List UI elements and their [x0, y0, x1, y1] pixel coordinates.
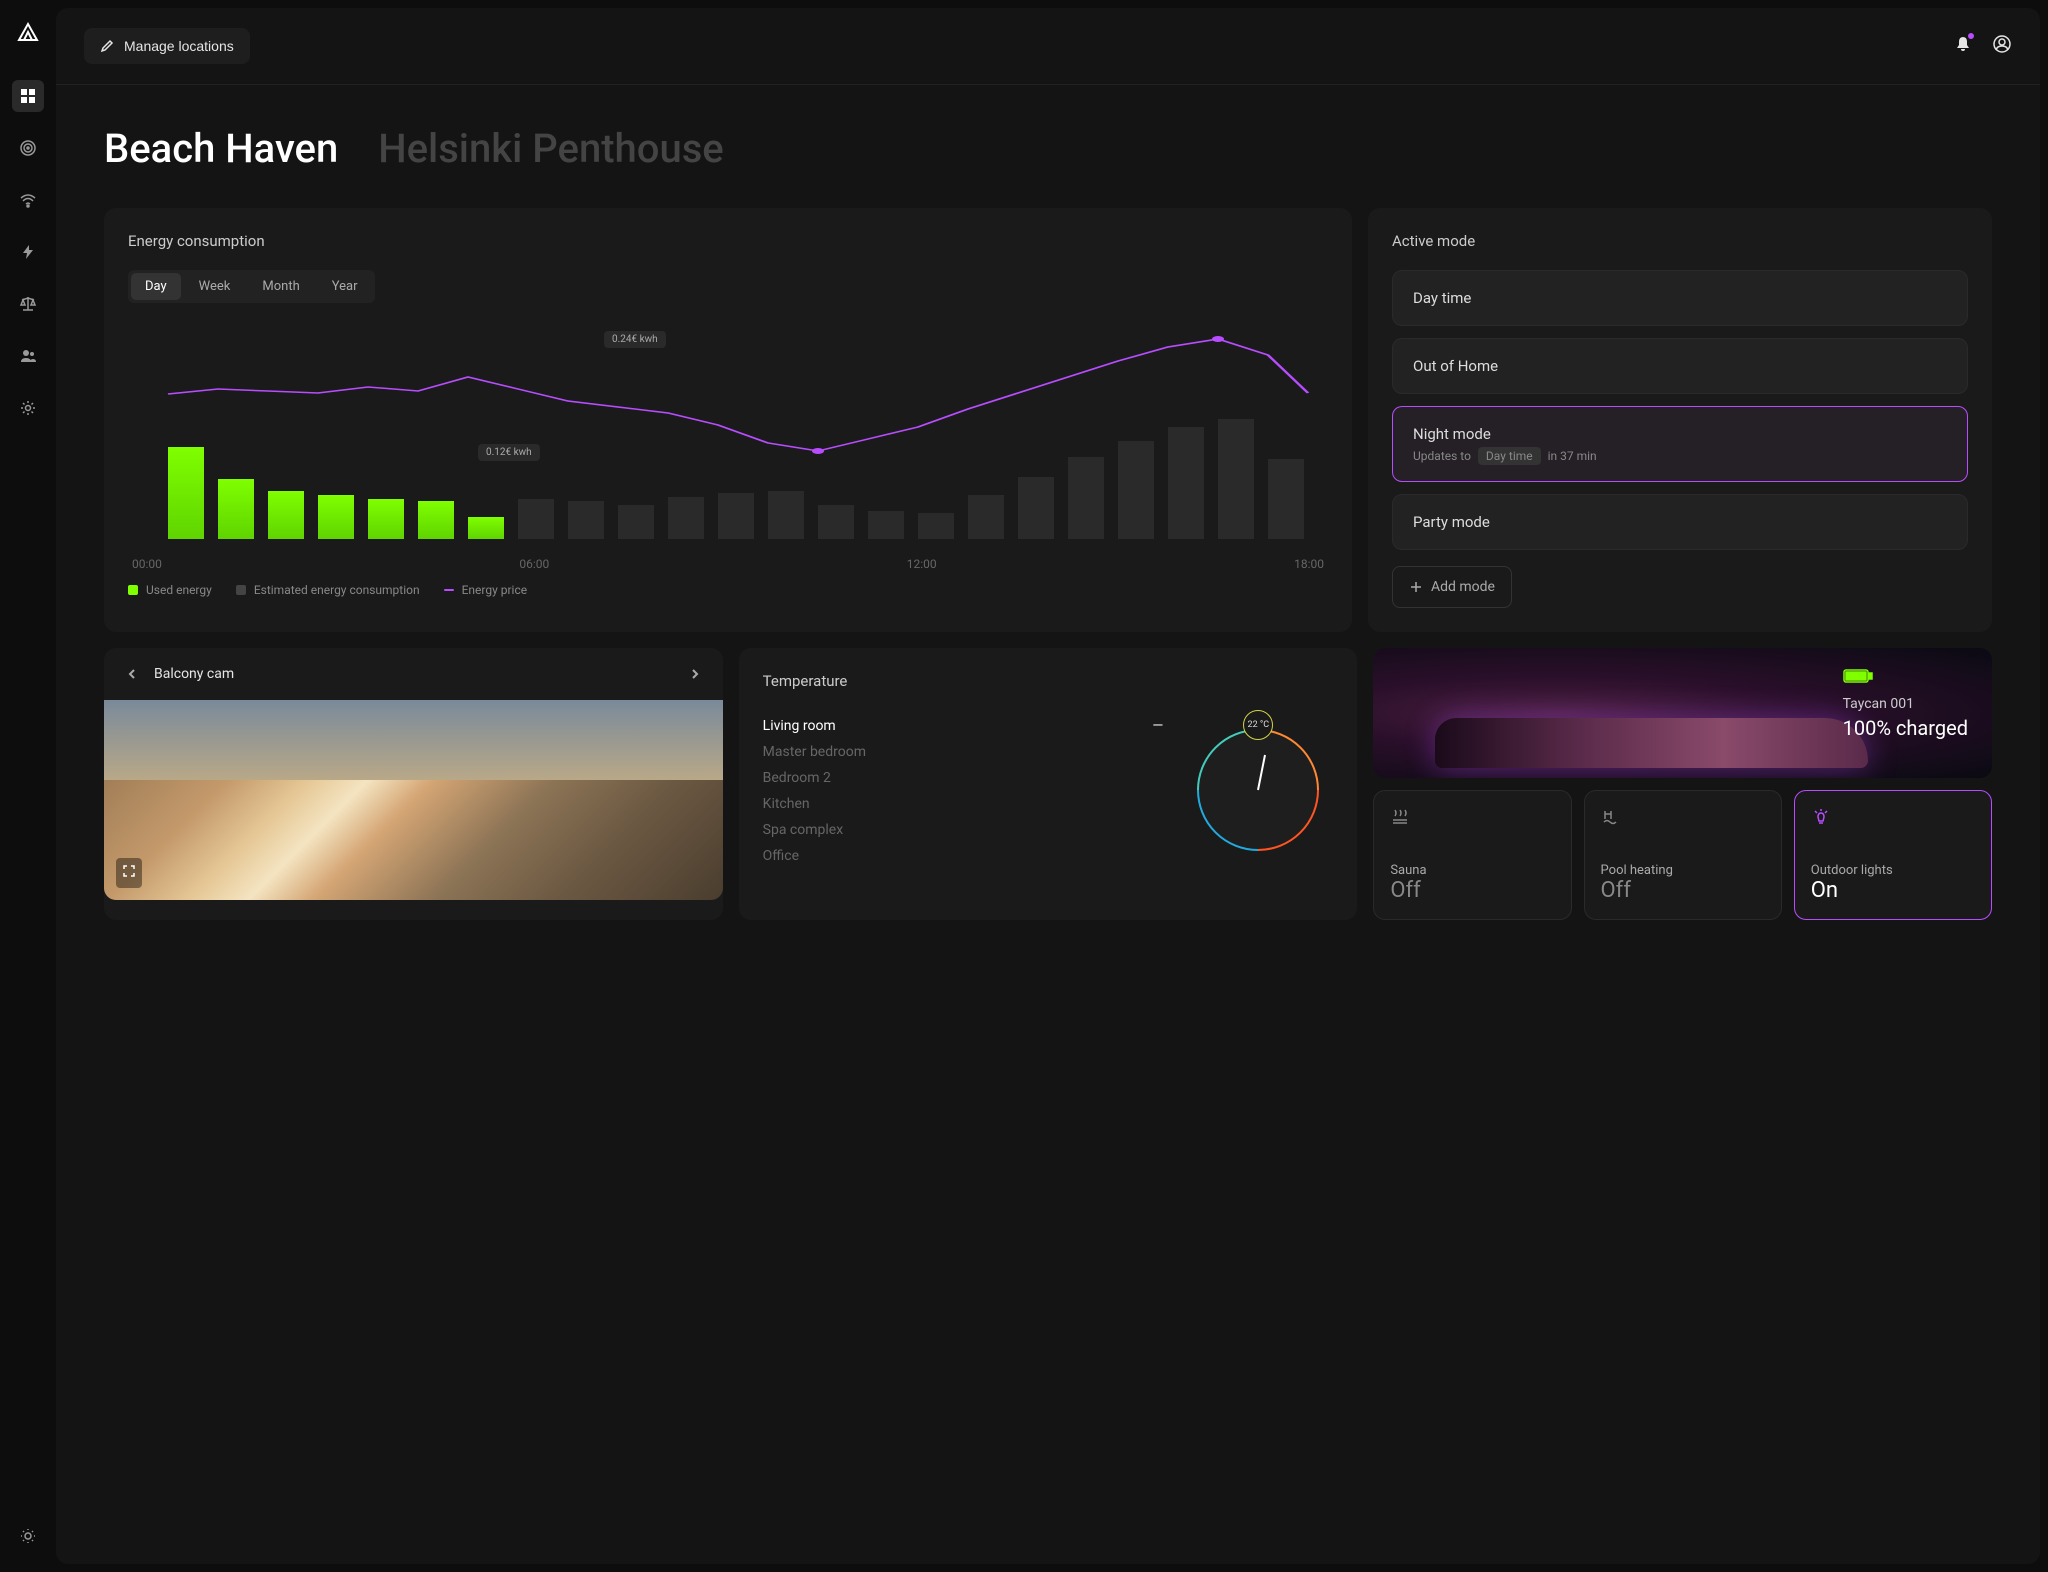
room-bedroom-2[interactable]: Bedroom 2 — [763, 770, 1164, 786]
manage-locations-label: Manage locations — [124, 38, 234, 54]
price-low-label: 0.12€ kwh — [478, 444, 540, 461]
toggle-label: Sauna — [1390, 863, 1554, 878]
sauna-icon — [1390, 807, 1554, 831]
camera-name: Balcony cam — [154, 666, 234, 682]
temperature-title: Temperature — [763, 672, 1334, 690]
chart-x-labels: 00:00 06:00 12:00 18:00 — [128, 557, 1328, 571]
room-living-room[interactable]: Living room— — [763, 718, 1164, 734]
camera-next-button[interactable] — [683, 662, 707, 686]
room-office[interactable]: Office — [763, 848, 1164, 864]
pencil-icon — [100, 39, 114, 53]
sidebar — [0, 0, 56, 1572]
x-label: 06:00 — [519, 557, 549, 571]
camera-expand-button[interactable] — [116, 858, 142, 888]
manage-locations-button[interactable]: Manage locations — [84, 28, 250, 64]
mode-day-time[interactable]: Day time — [1392, 270, 1968, 326]
toggle-state: Off — [1390, 878, 1554, 903]
mode-party-mode[interactable]: Party mode — [1392, 494, 1968, 550]
nav-brightness-icon[interactable] — [12, 1520, 44, 1552]
main-panel: Manage locations Beach Haven Helsinki Pe… — [56, 8, 2040, 1564]
notifications-button[interactable] — [1954, 35, 1972, 57]
room-master-bedroom[interactable]: Master bedroom — [763, 744, 1164, 760]
legend-price: Energy price — [462, 583, 528, 597]
temperature-value: 22 °C — [1243, 710, 1273, 740]
vehicle-column: Taycan 001 100% charged SaunaOff Pool he… — [1373, 648, 1992, 920]
mode-out-of-home[interactable]: Out of Home — [1392, 338, 1968, 394]
legend-used: Used energy — [146, 583, 212, 597]
time-tab-day[interactable]: Day — [131, 273, 181, 300]
price-high-label: 0.24€ kwh — [604, 331, 666, 348]
chevron-right-icon — [689, 668, 701, 680]
mode-subtitle: Updates to Day time in 37 min — [1413, 449, 1947, 463]
energy-title: Energy consumption — [128, 232, 1328, 250]
chevron-left-icon — [126, 668, 138, 680]
temperature-card: Temperature Living room— Master bedroom … — [739, 648, 1358, 920]
toggle-label: Outdoor lights — [1811, 863, 1975, 878]
location-tab-helsinki[interactable]: Helsinki Penthouse — [378, 125, 724, 172]
room-spa[interactable]: Spa complex — [763, 822, 1164, 838]
camera-prev-button[interactable] — [120, 662, 144, 686]
vehicle-status: 100% charged — [1843, 716, 1968, 740]
vehicle-card[interactable]: Taycan 001 100% charged — [1373, 648, 1992, 778]
time-tab-year[interactable]: Year — [318, 273, 372, 300]
vehicle-name: Taycan 001 — [1843, 696, 1968, 712]
nav-target-icon[interactable] — [12, 132, 44, 164]
nav-scale-icon[interactable] — [12, 288, 44, 320]
nav-wifi-icon[interactable] — [12, 184, 44, 216]
topbar: Manage locations — [56, 8, 2040, 85]
plus-icon — [1409, 580, 1423, 594]
toggle-sauna[interactable]: SaunaOff — [1373, 790, 1571, 920]
location-tabs: Beach Haven Helsinki Penthouse — [104, 125, 1992, 172]
add-mode-button[interactable]: Add mode — [1392, 566, 1512, 608]
add-mode-label: Add mode — [1431, 579, 1495, 595]
camera-image — [104, 700, 723, 900]
x-label: 18:00 — [1294, 557, 1324, 571]
user-circle-icon — [1992, 34, 2012, 54]
minus-icon: — — [1152, 718, 1163, 734]
light-icon — [1811, 807, 1975, 831]
toggle-outdoor-lights[interactable]: Outdoor lightsOn — [1794, 790, 1992, 920]
location-tab-beach-haven[interactable]: Beach Haven — [104, 125, 338, 172]
legend-estimated: Estimated energy consumption — [254, 583, 420, 597]
camera-card: Balcony cam — [104, 648, 723, 920]
toggle-label: Pool heating — [1601, 863, 1765, 878]
nav-dashboard-icon[interactable] — [12, 80, 44, 112]
chart-legend: Used energy Estimated energy consumption… — [128, 583, 1328, 597]
logo-icon — [16, 20, 40, 48]
energy-chart: 0.12€ kwh 0.24€ kwh — [128, 319, 1328, 549]
time-range-tabs: Day Week Month Year — [128, 270, 375, 303]
modes-title: Active mode — [1392, 232, 1968, 250]
x-label: 12:00 — [907, 557, 937, 571]
room-kitchen[interactable]: Kitchen — [763, 796, 1164, 812]
nav-bolt-icon[interactable] — [12, 236, 44, 268]
toggle-state: On — [1811, 878, 1975, 903]
battery-icon — [1843, 668, 1968, 688]
nav-settings-icon[interactable] — [12, 392, 44, 424]
pool-icon — [1601, 807, 1765, 831]
toggle-pool[interactable]: Pool heatingOff — [1584, 790, 1782, 920]
nav-users-icon[interactable] — [12, 340, 44, 372]
profile-button[interactable] — [1992, 34, 2012, 58]
toggle-state: Off — [1601, 878, 1765, 903]
expand-icon — [122, 864, 136, 878]
time-tab-month[interactable]: Month — [248, 273, 313, 300]
modes-card: Active mode Day time Out of Home Night m… — [1368, 208, 1992, 632]
energy-card: Energy consumption Day Week Month Year — [104, 208, 1352, 632]
time-tab-week[interactable]: Week — [185, 273, 245, 300]
bell-icon — [1954, 35, 1972, 53]
mode-night-mode[interactable]: Night mode Updates to Day time in 37 min — [1392, 406, 1968, 482]
temperature-dial[interactable]: 22 °C — [1183, 710, 1333, 860]
x-label: 00:00 — [132, 557, 162, 571]
